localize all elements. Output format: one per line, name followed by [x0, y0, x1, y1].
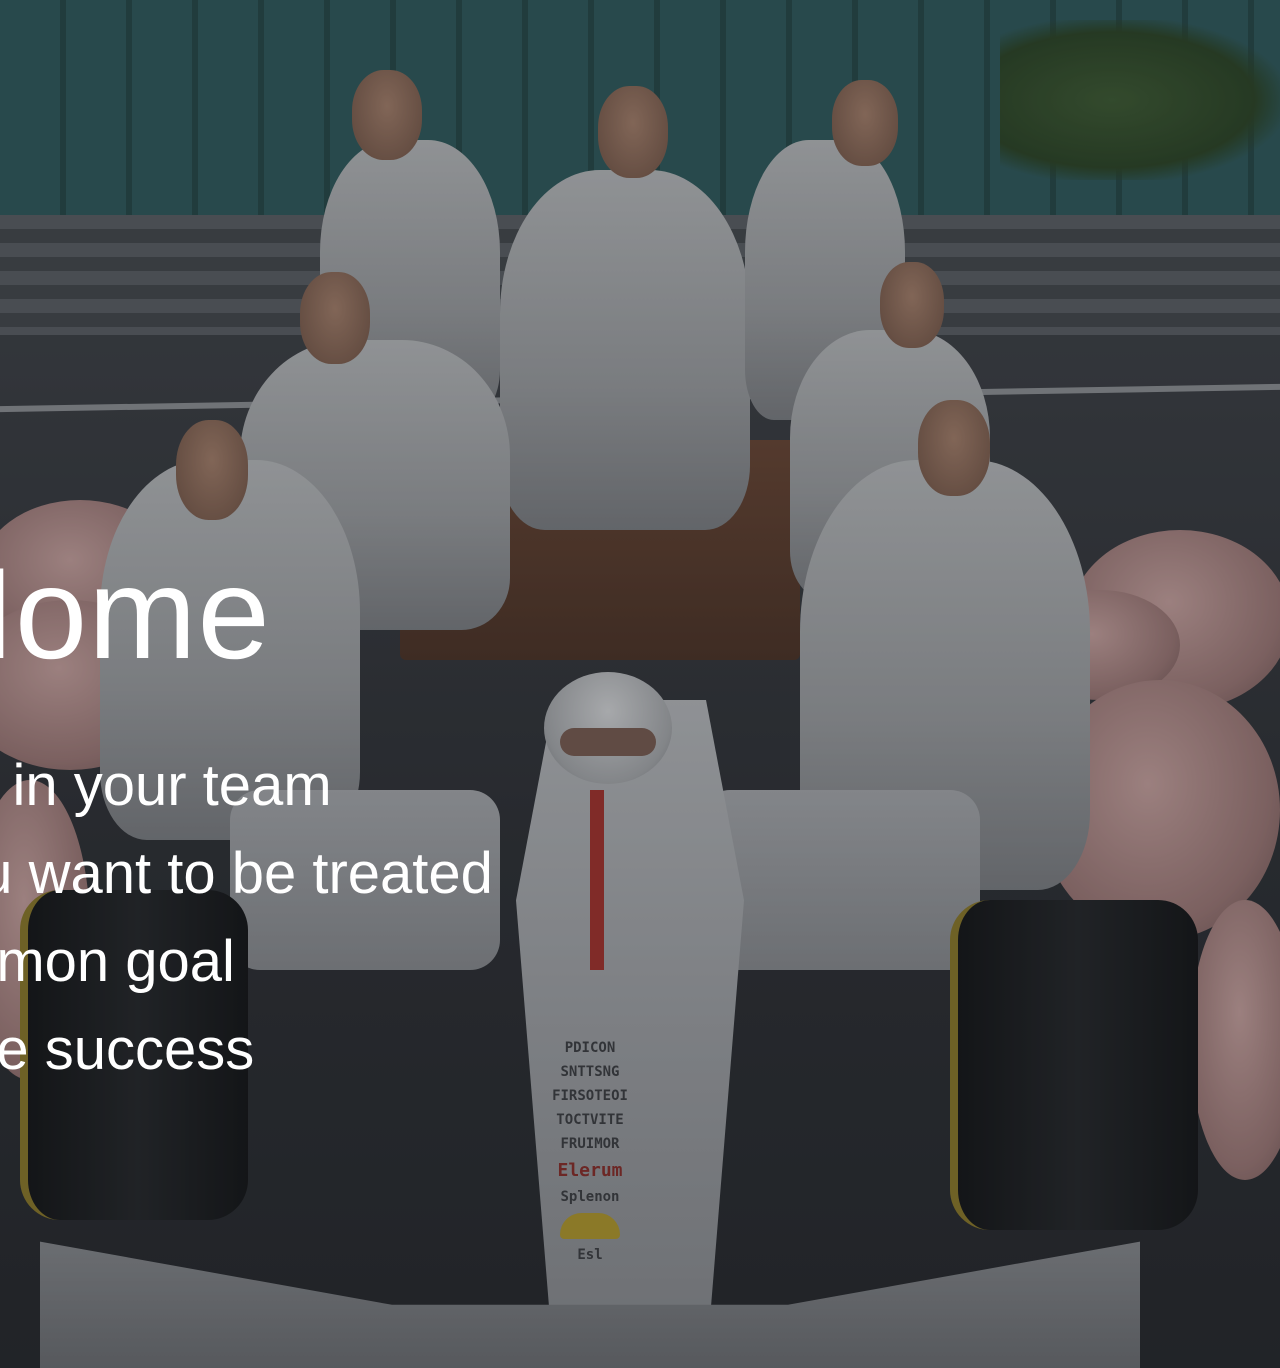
bullet-item-1: nt in your team	[0, 753, 332, 818]
bullet-list: nt in your team ou want to be treated mm…	[0, 742, 493, 1094]
slide-title: Home	[0, 540, 271, 686]
bullet-item-3: mmon goal	[0, 929, 235, 994]
bullet-item-4: the success	[0, 1017, 255, 1082]
bullet-item-2: ou want to be treated	[0, 841, 493, 906]
slide: PDICON SNTTSNG FIRSOTEOI TOCTVITE FRUIMO…	[0, 0, 1280, 1368]
